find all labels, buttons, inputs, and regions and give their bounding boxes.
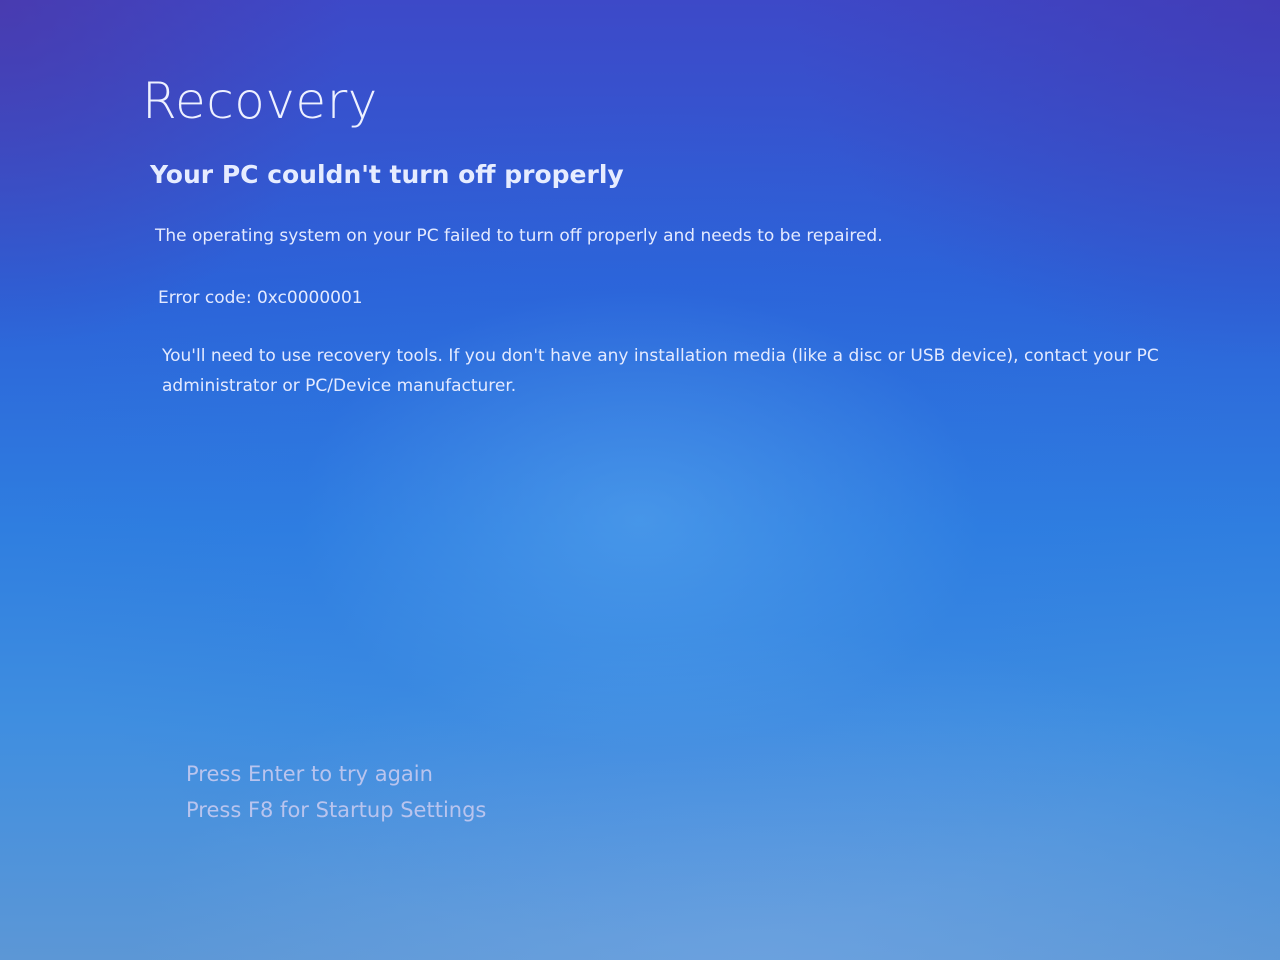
error-code: Error code: 0xc0000001 — [158, 288, 363, 308]
page-subtitle: Your PC couldn't turn off properly — [150, 160, 624, 189]
error-description: The operating system on your PC failed t… — [155, 226, 883, 246]
retry-option[interactable]: Press Enter to try again — [186, 756, 486, 792]
page-title: Recovery — [142, 72, 378, 130]
recovery-screen: Recovery Your PC couldn't turn off prope… — [0, 0, 1280, 960]
recovery-options: Press Enter to try again Press F8 for St… — [186, 756, 486, 828]
startup-settings-option[interactable]: Press F8 for Startup Settings — [186, 792, 486, 828]
recovery-instructions: You'll need to use recovery tools. If yo… — [162, 346, 1159, 396]
